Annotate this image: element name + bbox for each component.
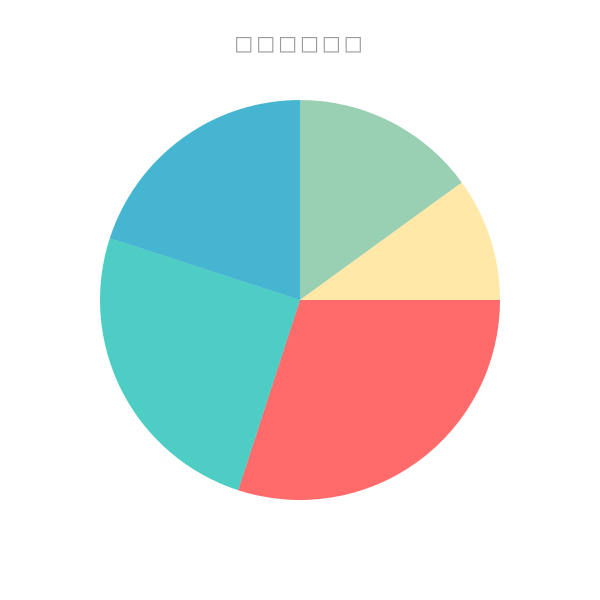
- pie-chart: [99, 100, 500, 500]
- pie-slices: [99, 100, 500, 500]
